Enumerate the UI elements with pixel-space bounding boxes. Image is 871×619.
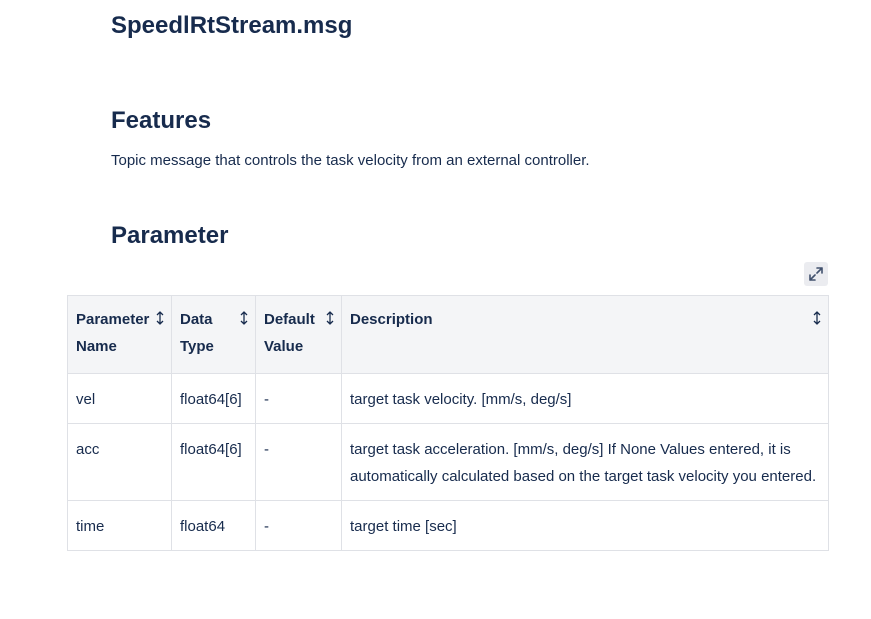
- cell-description: target task acceleration. [mm/s, deg/s] …: [341, 423, 829, 501]
- column-header-label: Parameter Name: [76, 311, 150, 355]
- features-description: Topic message that controls the task vel…: [111, 152, 590, 169]
- sort-icon[interactable]: [155, 310, 165, 326]
- cell-parameter-name: acc: [67, 423, 172, 501]
- cell-default-value: -: [255, 500, 342, 551]
- sort-icon[interactable]: [812, 310, 822, 326]
- column-header-description[interactable]: Description: [341, 295, 829, 374]
- cell-description: target task velocity. [mm/s, deg/s]: [341, 373, 829, 424]
- cell-data-type: float64: [171, 500, 256, 551]
- cell-default-value: -: [255, 423, 342, 501]
- parameter-table: Parameter Name Data Type Default Value D…: [67, 295, 829, 551]
- features-heading: Features: [111, 107, 212, 134]
- column-header-data-type[interactable]: Data Type: [171, 295, 256, 374]
- column-header-label: Default Value: [264, 311, 315, 355]
- page-title: SpeedlRtStream.msg: [111, 12, 353, 39]
- cell-default-value: -: [255, 373, 342, 424]
- column-header-default-value[interactable]: Default Value: [255, 295, 342, 374]
- sort-icon[interactable]: [325, 310, 335, 326]
- column-header-label: Data Type: [180, 311, 214, 355]
- table-row: vel float64[6] - target task velocity. […: [67, 373, 829, 424]
- expand-icon: [809, 267, 823, 281]
- expand-table-button[interactable]: [804, 262, 828, 286]
- cell-parameter-name: vel: [67, 373, 172, 424]
- parameter-heading: Parameter: [111, 222, 229, 249]
- cell-parameter-name: time: [67, 500, 172, 551]
- cell-data-type: float64[6]: [171, 423, 256, 501]
- table-header-row: Parameter Name Data Type Default Value D…: [67, 295, 829, 374]
- cell-data-type: float64[6]: [171, 373, 256, 424]
- column-header-parameter-name[interactable]: Parameter Name: [67, 295, 172, 374]
- column-header-label: Description: [350, 311, 433, 328]
- table-row: time float64 - target time [sec]: [67, 500, 829, 551]
- cell-description: target time [sec]: [341, 500, 829, 551]
- table-row: acc float64[6] - target task acceleratio…: [67, 423, 829, 501]
- sort-icon[interactable]: [239, 310, 249, 326]
